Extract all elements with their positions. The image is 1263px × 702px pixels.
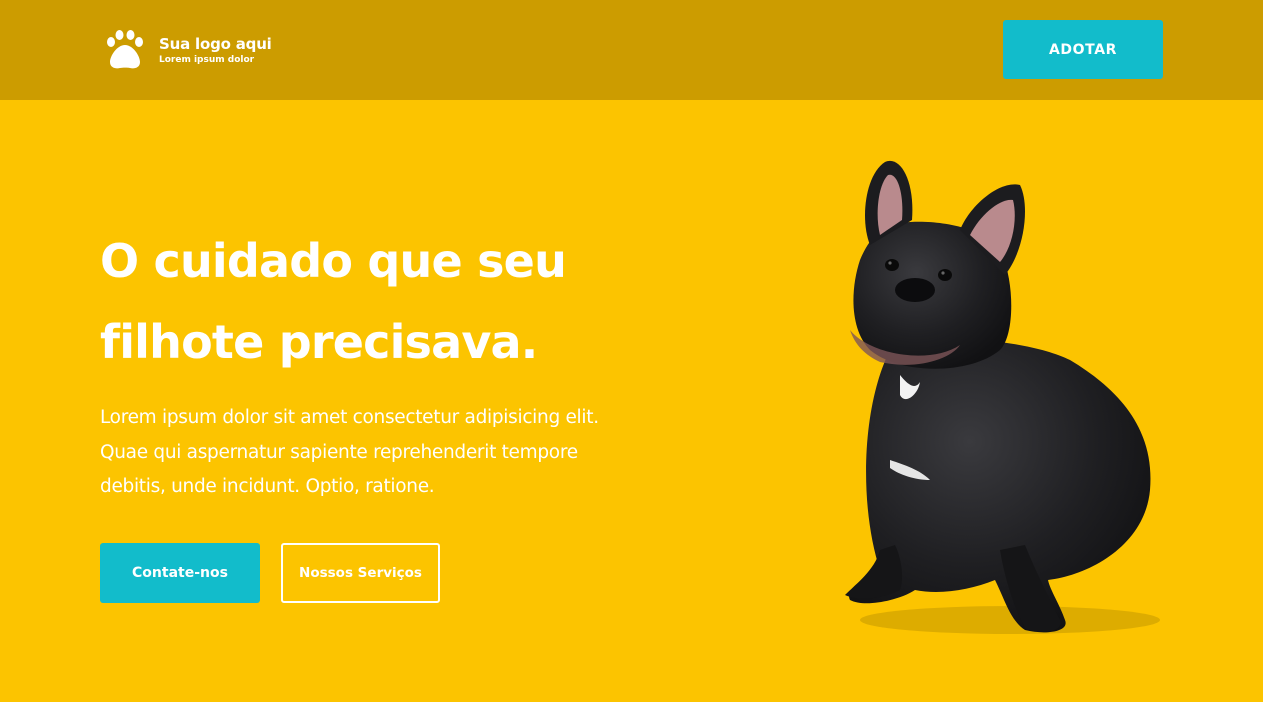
paw-icon [107, 30, 143, 69]
hero-description: Lorem ipsum dolor sit amet consectetur a… [100, 401, 740, 505]
hero-text-line-3: debitis, unde incidunt. Optio, ratione. [100, 476, 435, 497]
brand-text: Sua logo aqui Lorem ipsum dolor [159, 35, 272, 66]
hero-text-line-1: Lorem ipsum dolor sit amet consectetur a… [100, 407, 599, 428]
logo-title: Sua logo aqui [159, 34, 272, 53]
hero-title-line-1: O cuidado que seu [100, 234, 567, 288]
adopt-button[interactable]: ADOTAR [1003, 20, 1163, 79]
hero-title: O cuidado que seu filhote precisava. [100, 221, 740, 383]
hero-title-line-2: filhote precisava. [100, 315, 538, 369]
french-bulldog-image [845, 160, 1160, 634]
services-button[interactable]: Nossos Serviços [281, 543, 440, 603]
contact-button[interactable]: Contate-nos [100, 543, 260, 603]
brand-logo[interactable]: Sua logo aqui Lorem ipsum dolor [103, 28, 272, 72]
logo-subtitle: Lorem ipsum dolor [159, 54, 255, 65]
top-navbar: Sua logo aqui Lorem ipsum dolor ADOTAR [0, 0, 1263, 100]
hero-text-line-2: Quae qui aspernatur sapiente reprehender… [100, 441, 578, 463]
